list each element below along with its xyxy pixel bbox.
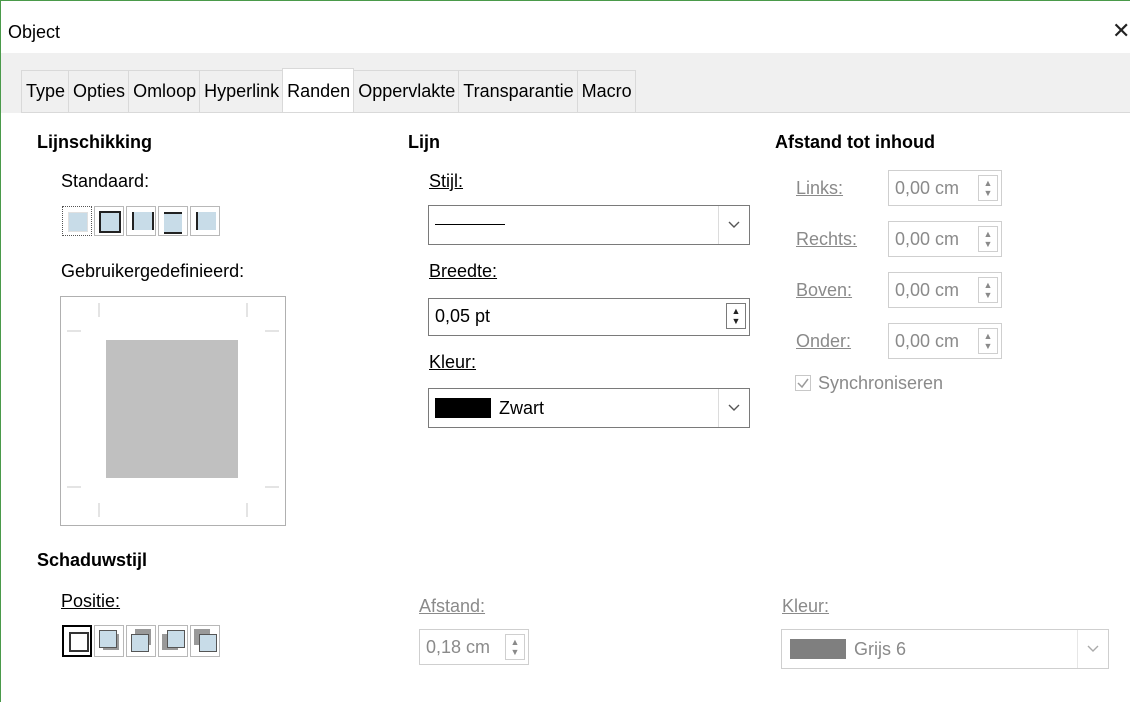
right-label: Rechts: [796,229,858,249]
tab-transparantie[interactable]: Transparantie [458,70,578,112]
shadow-top-left[interactable] [190,625,220,657]
tab-hyperlink[interactable]: Hyperlink [199,70,284,112]
tab-type[interactable]: Type [21,70,70,112]
style-label: Stijl: [429,171,464,191]
shadow-color-label: Kleur: [782,596,830,616]
top-spacing-stepper[interactable]: 0,00 cm ▲ ▼ [888,272,1002,308]
spacing-heading: Afstand tot inhoud [775,132,935,152]
left-label: Links: [796,178,844,198]
default-label: Standaard: [61,171,150,191]
shadow-distance-stepper[interactable]: 0,18 cm ▲ ▼ [419,629,529,665]
tab-oppervlakte[interactable]: Oppervlakte [353,70,460,112]
bottom-spacing-stepper[interactable]: 0,00 cm ▲ ▼ [888,323,1002,359]
shadow-bottom-left[interactable] [158,625,188,657]
preset-none[interactable] [62,206,92,236]
tab-macro[interactable]: Macro [576,70,636,112]
color-select[interactable]: Zwart [428,388,750,428]
dialog-title: Object [8,22,61,42]
top-spacing-value: 0,00 cm [895,280,960,300]
right-spacing-stepper[interactable]: 0,00 cm ▲ ▼ [888,221,1002,257]
distance-label: Afstand: [419,596,486,616]
right-spacing-value: 0,00 cm [895,229,960,249]
tab-omloop[interactable]: Omloop [128,70,201,112]
user-defined-label: Gebruikergedefinieerd: [61,261,245,281]
close-icon[interactable]: ✕ [1112,18,1130,44]
top-label: Boven: [796,280,853,300]
spin-updown-icon[interactable]: ▲ ▼ [978,226,998,252]
object-dialog: Object ✕ Type Opties Omloop Hyperlink Ra… [0,0,1130,702]
tab-page-randen: Lijnschikking Standaard: Gebruikergedefi… [21,113,1130,702]
spin-updown-icon[interactable]: ▲ ▼ [978,277,998,303]
color-value: Zwart [499,398,544,418]
shadow-heading: Schaduwstijl [37,550,148,570]
preset-outer-border[interactable] [94,206,124,236]
line-style-preview [435,224,505,225]
tab-randen[interactable]: Randen [282,68,355,112]
spin-updown-icon[interactable]: ▲ ▼ [505,634,525,660]
border-preview[interactable] [60,296,286,526]
shadow-color-select[interactable]: Grijs 6 [781,629,1109,669]
shadow-distance-value: 0,18 cm [426,637,491,657]
shadow-top-right[interactable] [126,625,156,657]
color-swatch [435,398,491,418]
style-select[interactable] [428,205,750,245]
preset-left-right[interactable] [126,206,156,236]
width-label: Breedte: [429,261,498,281]
tab-opties[interactable]: Opties [68,70,130,112]
chevron-down-icon [718,389,749,427]
shadow-none[interactable] [62,625,92,657]
bottom-spacing-value: 0,00 cm [895,331,960,351]
line-heading: Lijn [408,132,440,152]
spin-updown-icon[interactable]: ▲ ▼ [978,328,998,354]
spin-updown-icon[interactable]: ▲ ▼ [978,175,998,201]
checkmark-icon [797,378,809,389]
border-preview-graphic [67,303,279,517]
line-arrangement-heading: Lijnschikking [37,132,153,152]
preset-top-bottom[interactable] [158,206,188,236]
position-label: Positie: [61,591,121,611]
tab-bar: Type Opties Omloop Hyperlink Randen Oppe… [21,68,636,112]
preset-left[interactable] [190,206,220,236]
bottom-label: Onder: [796,331,852,351]
width-value: 0,05 pt [435,306,491,326]
title-bar: Object ✕ [1,1,1130,53]
shadow-bottom-right[interactable] [94,625,124,657]
spin-updown-icon[interactable]: ▲ ▼ [726,303,746,329]
shadow-color-swatch [790,639,846,659]
shadow-color-value: Grijs 6 [854,639,907,659]
chevron-down-icon [718,206,749,244]
left-spacing-value: 0,00 cm [895,178,960,198]
left-spacing-stepper[interactable]: 0,00 cm ▲ ▼ [888,170,1002,206]
synchronize-label: Synchroniseren [818,373,944,393]
synchronize-checkbox[interactable] [795,375,811,391]
width-stepper[interactable]: 0,05 pt ▲ ▼ [428,298,750,336]
chevron-down-icon [1077,630,1108,668]
color-label: Kleur: [429,352,477,372]
